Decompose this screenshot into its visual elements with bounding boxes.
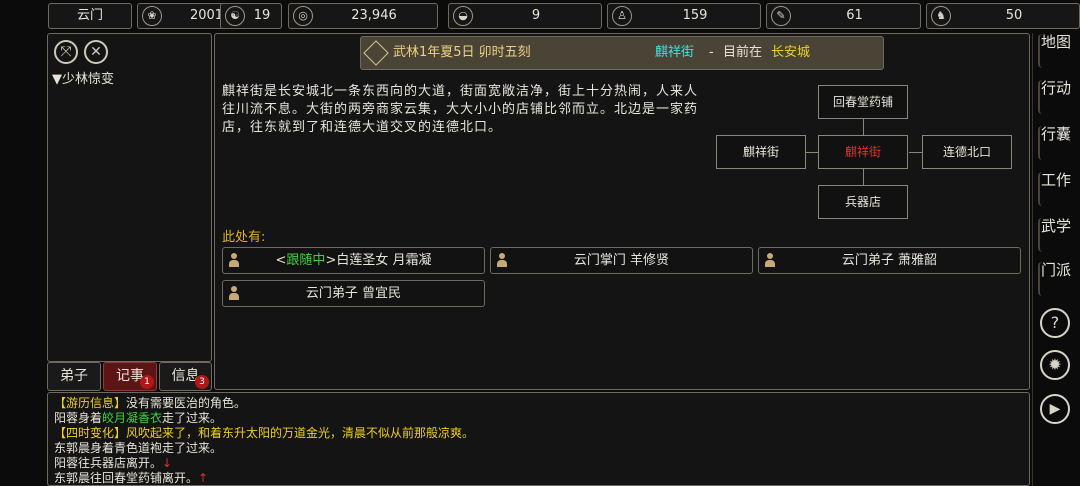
close-icon[interactable]: ✕ (84, 40, 108, 64)
menu-map-label: 地图 (1040, 33, 1071, 51)
map-room-south[interactable]: 兵器店 (818, 185, 908, 219)
map-connector-north (863, 119, 864, 135)
log-line: 【游历信息】没有需要医治的角色。 (54, 396, 1023, 411)
person-icon (765, 253, 775, 267)
map-connector-south (863, 169, 864, 185)
map-room-north[interactable]: 回春堂药铺 (818, 85, 908, 119)
npc-button[interactable]: 云门弟子 曾宜民 (222, 280, 485, 307)
stat-money[interactable]: ◎ 23,946 (288, 3, 438, 29)
menu-inventory-label: 行囊 (1040, 125, 1071, 143)
menu-action-label: 行动 (1040, 79, 1071, 97)
person-icon (497, 253, 507, 267)
arrow-down-icon: ↓ (162, 456, 173, 470)
tab-messages[interactable]: 信息 3 (159, 362, 212, 391)
npc-prefix: < (275, 253, 287, 268)
scroll-icon: ✎ (771, 6, 791, 26)
date-label: 武林1年夏5日 卯时五刻 (393, 45, 531, 60)
header-separator: - (709, 45, 714, 60)
map-connector-east (909, 152, 922, 153)
log-tag: 【四时变化】 (54, 426, 127, 440)
menu-work[interactable]: 工作 (1038, 172, 1072, 206)
stat-food-value: 9 (531, 8, 541, 23)
menu-sect[interactable]: 门派 (1038, 262, 1072, 296)
help-icon[interactable]: ? (1040, 308, 1070, 338)
stat-money-value: 23,946 (351, 8, 397, 23)
stat-stamina-value: 159 (682, 8, 708, 23)
location-prefix: 目前在 (723, 45, 763, 60)
stat-morality[interactable]: ☯ 19 (220, 3, 282, 29)
menu-inventory[interactable]: 行囊 (1038, 126, 1072, 160)
person-icon (229, 253, 239, 267)
message-log[interactable]: 【游历信息】没有需要医治的角色。 阳蓉身着皎月凝香衣走了过来。 【四时变化】风吹… (47, 392, 1030, 486)
sect-indicator[interactable]: 云门 (48, 3, 132, 29)
log-item: 皎月凝香衣 (102, 411, 163, 425)
npc-suffix: > (325, 253, 337, 268)
menu-work-label: 工作 (1040, 171, 1071, 189)
horse-icon: ♞ (931, 6, 951, 26)
location-header: 武林1年夏5日 卯时五刻 麒祥街 - 目前在 长安城 (360, 36, 884, 70)
menu-action[interactable]: 行动 (1038, 80, 1072, 114)
log-line: 东郭晨身着青色道袍走了过来。 (54, 441, 1023, 456)
person-icon (229, 286, 239, 300)
stat-energy[interactable]: ✎ 61 (766, 3, 921, 29)
tab-disciples-label: 弟子 (60, 368, 88, 384)
tab-journal-badge: 1 (140, 375, 154, 389)
npc-button[interactable]: 云门弟子 萧雅韶 (758, 247, 1021, 274)
city-name: 长安城 (771, 45, 811, 60)
log-text: 东郭晨往回春堂药铺离开。 (54, 471, 199, 485)
menu-martial-arts-label: 武学 (1040, 217, 1071, 235)
expand-icon[interactable]: ⤧ (54, 40, 78, 64)
log-line: 阳蓉往兵器店离开。↓ (54, 456, 1023, 471)
log-text: 阳蓉往兵器店离开。 (54, 456, 163, 470)
log-text: 东郭晨身着青色道袍走了过来。 (54, 441, 223, 455)
play-icon[interactable]: ▶ (1040, 394, 1070, 424)
sect-label: 云门 (76, 8, 103, 23)
arrow-up-icon: ↑ (198, 471, 209, 485)
npc-name: 云门弟子 曾宜民 (305, 286, 402, 301)
npc-button[interactable]: 云门掌门 羊修贤 (490, 247, 753, 274)
yin-yang-icon: ☯ (225, 6, 245, 26)
map-room-west[interactable]: 麒祥街 (716, 135, 806, 169)
settings-icon[interactable]: ✹ (1040, 350, 1070, 380)
log-line: 东郭晨往回春堂药铺离开。↑ (54, 471, 1023, 486)
npc-button[interactable]: <跟随中>白莲圣女 月霜凝 (222, 247, 485, 274)
gourd-icon: ♙ (612, 6, 632, 26)
coin-icon: ◎ (293, 6, 313, 26)
log-text: 风吹起来了，和着东升太阳的万道金光，清晨不似从前那般凉爽。 (126, 426, 475, 440)
npc-status: 跟随中 (286, 253, 326, 268)
stat-morality-value: 19 (253, 8, 271, 23)
stat-horse-value: 50 (1005, 8, 1023, 23)
menu-sect-label: 门派 (1040, 261, 1071, 279)
tab-disciples[interactable]: 弟子 (47, 362, 101, 391)
stat-food[interactable]: ◒ 9 (448, 3, 602, 29)
map-room-east[interactable]: 连德北口 (922, 135, 1012, 169)
stat-horse[interactable]: ♞ 50 (926, 3, 1080, 29)
quest-panel: ⤧ ✕ ▼少林惊变 (47, 33, 212, 362)
log-line: 【四时变化】风吹起来了，和着东升太阳的万道金光，清晨不似从前那般凉爽。 (54, 426, 1023, 441)
map-room-current: 麒祥街 (818, 135, 908, 169)
quest-title[interactable]: ▼少林惊变 (52, 68, 114, 87)
menu-martial-arts[interactable]: 武学 (1038, 218, 1072, 252)
npc-name: 白莲圣女 月霜凝 (336, 253, 432, 268)
menu-map[interactable]: 地图 (1038, 34, 1072, 68)
log-tag: 【游历信息】 (54, 396, 127, 410)
stat-stamina[interactable]: ♙ 159 (607, 3, 761, 29)
log-text: 没有需要医治的角色。 (126, 396, 247, 410)
fan-icon: ❀ (142, 6, 162, 26)
log-line: 阳蓉身着皎月凝香衣走了过来。 (54, 411, 1023, 426)
tab-journal[interactable]: 记事 1 (103, 362, 157, 391)
npc-name: 云门弟子 萧雅韶 (841, 253, 938, 268)
npc-name: 云门掌门 羊修贤 (573, 253, 670, 268)
calendar-icon (363, 40, 389, 66)
log-text: 阳蓉身着 (54, 411, 103, 425)
stat-energy-value: 61 (846, 8, 863, 23)
npcs-label: 此处有: (222, 230, 266, 245)
rice-bowl-icon: ◒ (453, 6, 473, 26)
tab-messages-badge: 3 (195, 375, 209, 389)
location-description: 麒祥街是长安城北一条东西向的大道，街面宽敞洁净，街上十分热闹，人来人往川流不息。… (222, 84, 699, 135)
log-text: 走了过来。 (162, 411, 223, 425)
location-name: 麒祥街 (655, 45, 695, 60)
